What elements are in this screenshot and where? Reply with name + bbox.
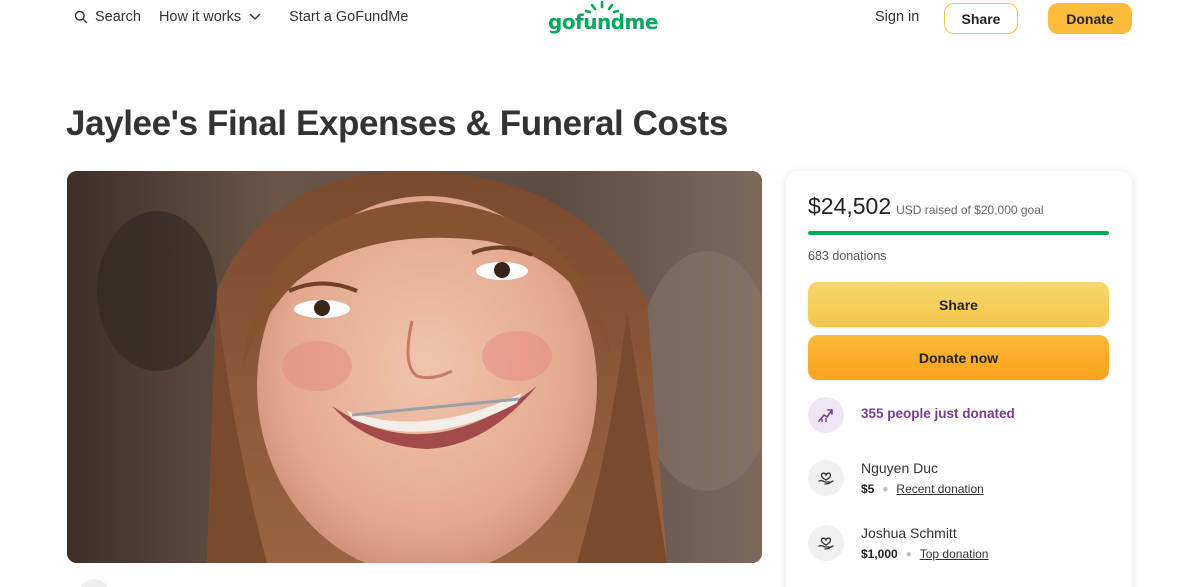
start-gofundme-link[interactable]: Start a GoFundMe (289, 9, 408, 25)
trending-up-icon (808, 397, 844, 433)
donate-now-button[interactable]: Donate now (808, 335, 1109, 380)
raised-amount: $24,502 (808, 193, 892, 219)
donor-amount: $5 (861, 482, 875, 496)
share-button[interactable]: Share (808, 282, 1109, 327)
nav-left: Search How it works Start a GoFundMe (74, 9, 408, 25)
separator-dot: ● (905, 548, 912, 560)
donations-count: 683 donations (808, 249, 887, 263)
raised-summary: $24,502 USD raised of $20,000 goal (808, 193, 1044, 220)
top-donation-link[interactable]: Top donation (920, 547, 989, 561)
start-gofundme-label: Start a GoFundMe (289, 9, 409, 25)
heart-hand-icon (808, 460, 844, 496)
separator-dot: ● (882, 483, 889, 495)
just-donated-text: 355 people just donated (861, 406, 1015, 421)
header-share-button[interactable]: Share (944, 3, 1018, 34)
donor-row: Joshua Schmitt $1,000 ● Top donation (808, 525, 988, 561)
search-icon (74, 10, 88, 24)
progress-bar (808, 231, 1109, 235)
search-label: Search (95, 9, 141, 25)
raised-goal-label: USD raised of $20,000 goal (896, 203, 1044, 217)
heart-hand-icon (808, 525, 844, 561)
just-donated-row: 355 people just donated (808, 397, 1015, 433)
how-it-works-label: How it works (158, 9, 242, 25)
header-donate-button[interactable]: Donate (1048, 3, 1132, 34)
donor-name: Joshua Schmitt (861, 525, 957, 541)
search-button[interactable]: Search (74, 9, 141, 25)
sign-in-link[interactable]: Sign in (875, 9, 919, 25)
donor-amount: $1,000 (861, 547, 898, 561)
chevron-down-icon (249, 13, 261, 20)
recent-donation-link[interactable]: Recent donation (896, 482, 983, 496)
organizer-avatar (78, 579, 110, 587)
how-it-works-menu[interactable]: How it works (159, 9, 261, 25)
progress-fill (808, 231, 1109, 235)
page-title: Jaylee's Final Expenses & Funeral Costs (66, 104, 728, 143)
donor-name: Nguyen Duc (861, 460, 939, 476)
campaign-photo (67, 171, 762, 563)
donor-row: Nguyen Duc $5 ● Recent donation (808, 460, 984, 496)
donation-card: $24,502 USD raised of $20,000 goal 683 d… (786, 171, 1132, 587)
logo-text: gofundme (548, 10, 658, 34)
gofundme-logo[interactable]: gofundme (548, 0, 658, 36)
top-nav: Search How it works Start a GoFundMe gof… (0, 0, 1200, 36)
